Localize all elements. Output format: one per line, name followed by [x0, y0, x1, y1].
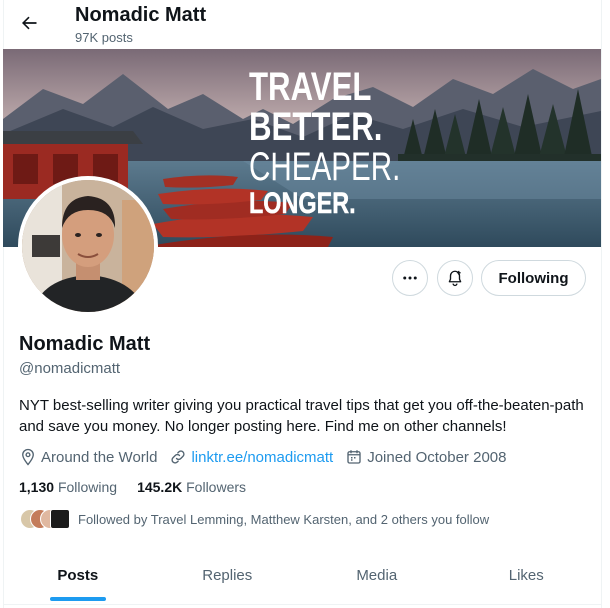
tab-posts[interactable]: Posts [3, 555, 153, 604]
profile-handle: @nomadicmatt [19, 360, 121, 377]
profile-tabs: Posts Replies Media Likes [3, 555, 601, 605]
banner-slogan: TRAVEL BETTER. CHEAPER. LONGER. [249, 67, 454, 219]
followed-by-text: Followed by Travel Lemming, Matthew Kars… [78, 511, 490, 527]
profile-bio: NYT best-selling writer giving you pract… [19, 397, 584, 435]
banner-line-2: BETTER. [249, 105, 383, 149]
top-bar: Nomadic Matt 97K posts [0, 0, 610, 50]
more-button[interactable] [392, 260, 428, 296]
arrow-left-icon [22, 16, 37, 30]
followers-stat[interactable]: 145.2K Followers [137, 479, 246, 495]
tab-label: Replies [202, 567, 253, 584]
profile-name: Nomadic Matt [19, 333, 151, 355]
banner-line-4: LONGER. [249, 187, 356, 220]
back-button[interactable] [12, 6, 46, 40]
post-count: 97K posts [75, 30, 133, 45]
more-icon [403, 276, 417, 280]
following-count: 1,130 [19, 479, 55, 495]
tab-label: Posts [57, 567, 99, 584]
website-item: linktr.ee/nomadicmatt [169, 448, 333, 466]
location-item: Around the World [19, 448, 157, 466]
link-icon [171, 450, 186, 464]
avatar-photo [22, 180, 154, 312]
following-stat[interactable]: 1,130 Following [19, 479, 117, 495]
website-link[interactable]: linktr.ee/nomadicmatt [191, 449, 333, 466]
joined-item: Joined October 2008 [345, 448, 506, 466]
location-pin-icon [22, 448, 34, 466]
banner-line-3: CHEAPER. [249, 145, 401, 189]
mutual-avatar [50, 509, 70, 529]
active-tab-indicator [49, 597, 106, 601]
following-label: Following [57, 479, 118, 495]
tab-label: Likes [508, 567, 544, 584]
notifications-button[interactable] [437, 260, 473, 296]
location-text: Around the World [41, 448, 158, 466]
tab-replies[interactable]: Replies [153, 555, 303, 604]
followed-by[interactable]: Followed by Travel Lemming, Matthew Kars… [20, 507, 489, 531]
joined-text: Joined October 2008 [367, 448, 507, 466]
mutual-avatars [20, 508, 70, 530]
banner-line-1: TRAVEL [249, 65, 372, 109]
profile-meta: Around the World linktr.ee/nomadicmatt J… [19, 447, 518, 467]
page-title: Nomadic Matt [75, 4, 207, 26]
avatar[interactable] [18, 176, 158, 316]
bell-plus-icon [448, 270, 462, 287]
tab-media[interactable]: Media [302, 555, 452, 604]
follow-stats: 1,130 Following 145.2K Followers [19, 479, 266, 495]
followers-label: Followers [186, 479, 247, 495]
tab-likes[interactable]: Likes [452, 555, 602, 604]
calendar-icon [347, 450, 361, 464]
tab-label: Media [356, 567, 398, 584]
followers-count: 145.2K [137, 479, 183, 495]
following-button[interactable]: Following [481, 260, 586, 296]
